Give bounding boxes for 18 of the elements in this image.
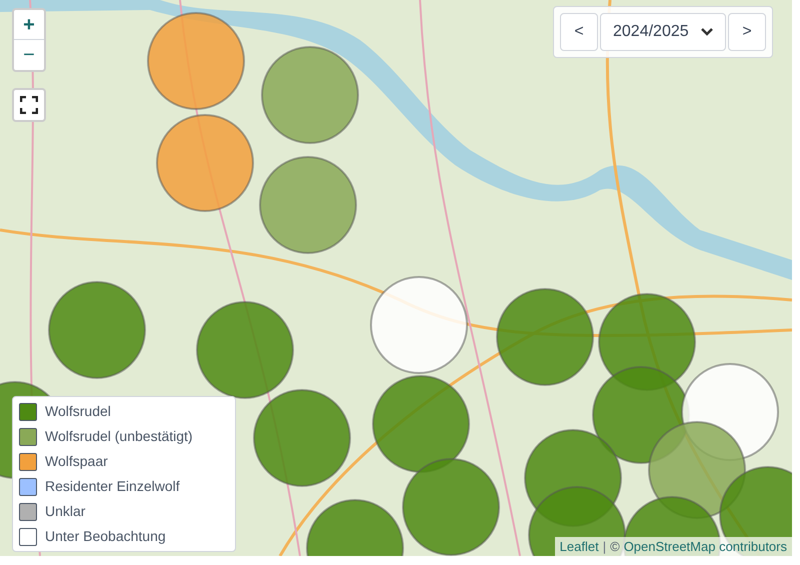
next-button[interactable]: > xyxy=(728,13,766,51)
chevron-down-icon xyxy=(701,28,713,36)
legend-label: Wolfsrudel xyxy=(45,402,111,421)
legend-label: Residenter Einzelwolf xyxy=(45,477,180,496)
previous-button[interactable]: < xyxy=(560,13,598,51)
openstreetmap-link[interactable]: OpenStreetMap contributors xyxy=(624,536,787,556)
legend-label: Unklar xyxy=(45,502,86,521)
season-dropdown[interactable]: 2024/2025 xyxy=(600,13,726,51)
legend-label: Wolfspaar xyxy=(45,452,108,471)
copyright-sign: © xyxy=(610,538,620,556)
fullscreen-icon xyxy=(20,96,38,114)
separator: | xyxy=(602,538,606,556)
zoom-in-button[interactable]: + xyxy=(14,10,44,40)
legend-label: Unter Beobachtung xyxy=(45,527,166,546)
fullscreen-button[interactable] xyxy=(12,88,46,122)
legend-label: Wolfsrudel (unbestätigt) xyxy=(45,427,193,446)
zoom-out-button[interactable]: − xyxy=(14,40,44,70)
leaflet-link[interactable]: Leaflet xyxy=(560,536,599,556)
